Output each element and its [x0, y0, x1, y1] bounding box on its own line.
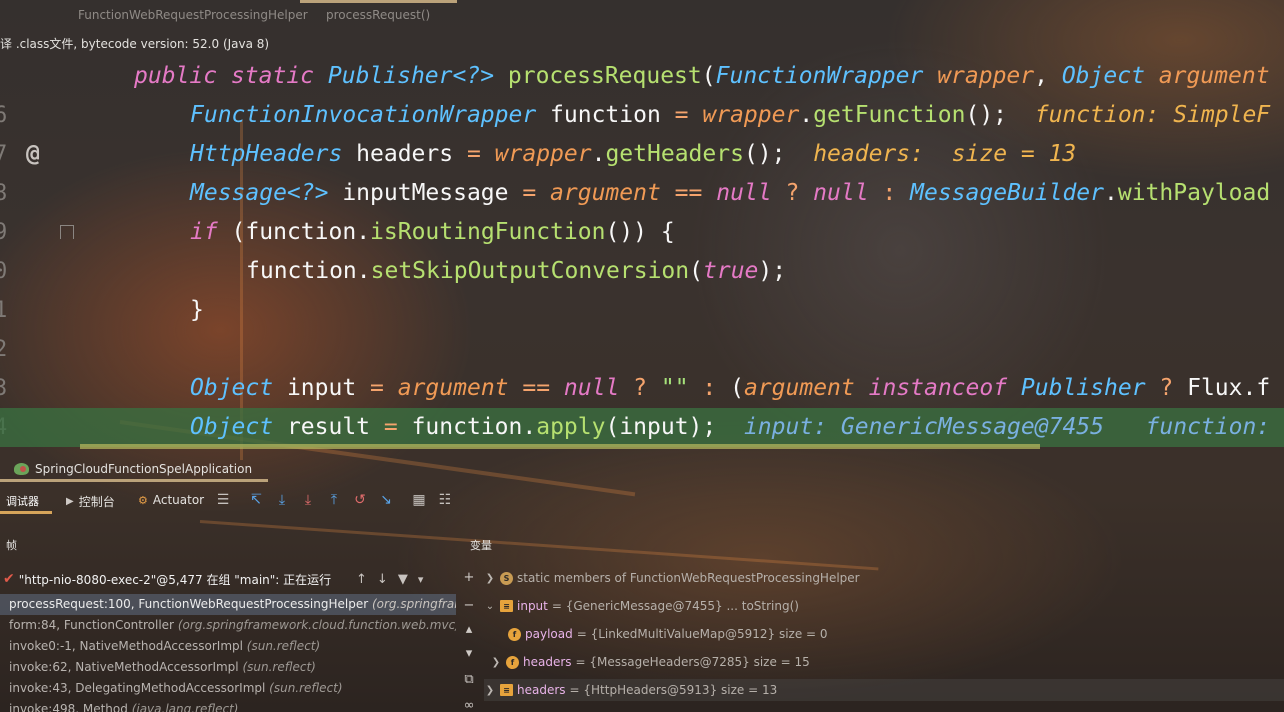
- variables-side-toolbar: + − ▴ ▾ ⧉ ∞: [457, 566, 481, 712]
- show-execution-point-icon[interactable]: ↸: [247, 491, 265, 509]
- debug-toolbar: 调试器 ▶ 控制台 ⚙ Actuator: [0, 488, 1284, 514]
- run-tab-indicator: [0, 479, 268, 482]
- variable-name: static members of FunctionWebRequestProc…: [517, 571, 860, 585]
- actuator-icon: ⚙: [138, 493, 148, 507]
- code-line[interactable]: 6 @ public static Publisher<?> processRe…: [0, 57, 1284, 167]
- variable-value: = {HttpHeaders@5913} size = 13: [569, 683, 778, 697]
- code-line[interactable]: 8 HttpHeaders headers = wrapper.getHeade…: [0, 135, 1284, 206]
- editor-tab-bar: FunctionWebRequestProcessingHelper proce…: [0, 0, 1284, 30]
- debugger-tab-indicator: [0, 511, 52, 514]
- code-line[interactable]: 0 if (function.isRoutingFunction()) {: [0, 213, 1284, 284]
- variable-row[interactable]: ❯ S static members of FunctionWebRequest…: [484, 567, 1284, 589]
- stack-frame[interactable]: form:84, FunctionController (org.springf…: [0, 615, 456, 636]
- variable-row[interactable]: ❯ ≡ headers = {HttpHeaders@5913} size = …: [484, 679, 1284, 701]
- evaluate-expression-icon[interactable]: ▦: [410, 491, 428, 509]
- code-line[interactable]: 7 FunctionInvocationWrapper function = w…: [0, 96, 1284, 167]
- tab-actuator[interactable]: ⚙ Actuator: [138, 493, 204, 507]
- stack-frame[interactable]: invoke:43, DelegatingMethodAccessorImpl …: [0, 678, 456, 699]
- console-icon: ▶: [66, 496, 74, 507]
- variable-row[interactable]: ❯ f headers = {MessageHeaders@7285} size…: [484, 651, 1284, 673]
- code-line[interactable]: 2 }: [0, 291, 1284, 362]
- thread-down-icon[interactable]: ↓: [377, 572, 388, 587]
- thread-name: "http-nio-8080-exec-2"@5,477 在组 "main": …: [18, 572, 332, 587]
- stack-frame[interactable]: invoke0:-1, NativeMethodAccessorImpl (su…: [0, 636, 456, 657]
- variable-row[interactable]: f payload = {LinkedMultiValueMap@5912} s…: [484, 623, 1284, 645]
- stack-frame[interactable]: processRequest:100, FunctionWebRequestPr…: [0, 594, 456, 615]
- variable-name: headers: [517, 683, 566, 697]
- watch-glasses-icon[interactable]: ∞: [461, 698, 477, 712]
- run-configuration-tab[interactable]: SpringCloudFunctionSpelApplication: [14, 458, 252, 480]
- dropdown-chevron-icon[interactable]: ▾: [418, 573, 424, 586]
- expand-chevron-icon[interactable]: ❯: [490, 657, 502, 668]
- bytecode-version-text: 译 .class文件, bytecode version: 52.0 (Java…: [0, 37, 270, 51]
- move-down-icon[interactable]: ▾: [461, 646, 477, 662]
- tab-console[interactable]: ▶ 控制台: [66, 493, 115, 510]
- code-line[interactable]: 3: [0, 330, 1284, 401]
- inline-debug-value: headers: size = 13: [813, 141, 1077, 167]
- background-light-streak: [199, 520, 879, 571]
- fold-marker-icon[interactable]: [60, 225, 74, 239]
- remove-watch-icon[interactable]: −: [461, 598, 477, 614]
- variables-panel-title: 变量: [470, 539, 492, 552]
- code-editor[interactable]: 6 @ public static Publisher<?> processRe…: [0, 56, 1284, 456]
- console-label: 控制台: [78, 495, 115, 509]
- run-configuration-name: SpringCloudFunctionSpelApplication: [35, 462, 253, 476]
- parameter-icon: ≡: [500, 684, 513, 696]
- thread-up-icon[interactable]: ↑: [356, 572, 367, 587]
- check-icon: ✔: [3, 571, 15, 587]
- step-out-icon[interactable]: ⤒: [325, 491, 343, 509]
- variable-row[interactable]: ⌄ ≡ input = {GenericMessage@7455} ... to…: [484, 595, 1284, 617]
- stack-frame[interactable]: invoke:498, Method (java.lang.reflect): [0, 699, 456, 712]
- variable-name: headers: [523, 655, 572, 669]
- inline-debug-value: input: GenericMessage@7455: [743, 414, 1146, 440]
- step-over-icon[interactable]: ⤓: [273, 491, 291, 509]
- tab-class-name[interactable]: FunctionWebRequestProcessingHelper: [78, 8, 308, 22]
- run-to-cursor-icon[interactable]: ↘: [377, 491, 395, 509]
- force-step-into-icon[interactable]: ⤓: [299, 491, 317, 509]
- move-up-icon[interactable]: ▴: [461, 622, 477, 638]
- static-members-icon: S: [500, 571, 513, 585]
- tab-debugger[interactable]: 调试器: [6, 493, 39, 509]
- drop-frame-icon[interactable]: ↺: [351, 491, 369, 509]
- variable-name: payload: [525, 627, 573, 641]
- code-line[interactable]: 1 function.setSkipOutputConversion(true)…: [0, 252, 1284, 323]
- code-line[interactable]: 4 Object input = argument == null ? "" :…: [0, 369, 1284, 440]
- active-tab-indicator: [300, 0, 457, 3]
- field-icon: f: [508, 627, 521, 641]
- expand-chevron-icon[interactable]: ❯: [484, 573, 496, 584]
- layout-menu-icon[interactable]: ☰: [214, 491, 232, 509]
- field-icon: f: [506, 655, 519, 669]
- variable-value: = {LinkedMultiValueMap@5912} size = 0: [576, 627, 828, 641]
- inline-debug-value: function: SimpleF: [1034, 102, 1271, 128]
- decompiled-info-bar: 译 .class文件, bytecode version: 52.0 (Java…: [0, 30, 1284, 54]
- trace-settings-icon[interactable]: ☷: [436, 491, 454, 509]
- collapse-chevron-icon[interactable]: ⌄: [484, 601, 496, 612]
- variable-name: input: [517, 599, 548, 613]
- variable-value: = {MessageHeaders@7285} size = 15: [575, 655, 810, 669]
- filter-icon[interactable]: ▼: [398, 572, 408, 587]
- inline-debug-value: function:: [1145, 414, 1271, 440]
- expand-chevron-icon[interactable]: ❯: [484, 685, 496, 696]
- parameter-icon: ≡: [500, 600, 513, 612]
- frames-panel-title: 帧: [6, 539, 17, 552]
- horizontal-scrollbar[interactable]: [80, 444, 1040, 449]
- code-line[interactable]: 9 Message<?> inputMessage = argument == …: [0, 174, 1284, 245]
- line-number: 5: [0, 447, 14, 456]
- current-execution-line[interactable]: 5 Object result = function.apply(input);…: [0, 408, 1284, 456]
- thread-selector[interactable]: ✔ "http-nio-8080-exec-2"@5,477 在组 "main"…: [0, 568, 456, 590]
- stack-frame[interactable]: invoke:62, NativeMethodAccessorImpl (sun…: [0, 657, 456, 678]
- actuator-label: Actuator: [152, 493, 205, 507]
- tab-method-name[interactable]: processRequest(): [326, 8, 430, 22]
- copy-icon[interactable]: ⧉: [461, 672, 477, 688]
- variable-value: = {GenericMessage@7455} ... toString(): [551, 599, 799, 613]
- spring-debug-icon: [14, 463, 29, 475]
- add-watch-icon[interactable]: +: [461, 570, 477, 586]
